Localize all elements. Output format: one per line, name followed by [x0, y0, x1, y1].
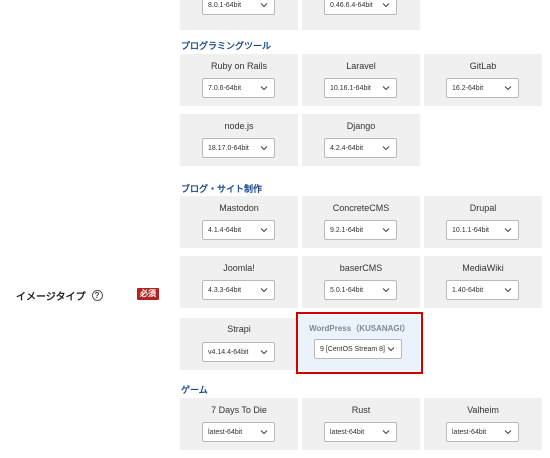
version-select[interactable]: 4.3.3-64bit [202, 280, 275, 300]
version-value: v4.14.4-64bit [208, 348, 249, 356]
image-card-7-days-to-die[interactable]: 7 Days To Die latest-64bit [180, 398, 298, 450]
version-select[interactable]: 8.0.1-64bit [202, 0, 275, 15]
version-select[interactable]: 16.2-64bit [446, 78, 519, 98]
chevron-down-icon [382, 146, 390, 151]
card-title: 7 Days To Die [211, 405, 267, 415]
card-title: Django [346, 121, 376, 131]
selection-highlight-frame [296, 312, 423, 374]
image-card-mediawiki[interactable]: MediaWiki 1.40-64bit [424, 256, 542, 308]
card-title: Rust [351, 405, 371, 415]
version-value: latest-64bit [330, 428, 365, 436]
required-badge: 必須 [137, 288, 159, 300]
chevron-down-icon [504, 228, 512, 233]
chevron-down-icon [260, 228, 268, 233]
chevron-down-icon [504, 288, 512, 293]
version-value: latest-64bit [452, 428, 487, 436]
card-title: Strapi [227, 324, 251, 334]
chevron-down-icon [260, 288, 268, 293]
version-value: 0.46.6.4-64bit [330, 1, 373, 9]
version-select[interactable]: latest-64bit [324, 422, 397, 442]
card-title: Drupal [469, 203, 497, 213]
image-card-mastodon[interactable]: Mastodon 4.1.4-64bit [180, 196, 298, 248]
image-card-top-2[interactable]: 0.46.6.4-64bit [302, 0, 420, 30]
version-select[interactable]: 1.40-64bit [446, 280, 519, 300]
image-type-label: イメージタイプ ? [16, 288, 103, 303]
chevron-down-icon [504, 86, 512, 91]
image-card-valheim[interactable]: Valheim latest-64bit [424, 398, 542, 450]
version-value: 16.2-64bit [452, 84, 484, 92]
version-select[interactable]: 0.46.6.4-64bit [324, 0, 397, 15]
section-heading-programming: プログラミングツール [181, 41, 272, 51]
chevron-down-icon [260, 3, 268, 8]
image-card-nodejs[interactable]: node.js 18.17.0-64bit [180, 114, 298, 166]
image-card-drupal[interactable]: Drupal 10.1.1-64bit [424, 196, 542, 248]
version-value: 1.40-64bit [452, 286, 484, 294]
image-card-gitlab[interactable]: GitLab 16.2-64bit [424, 54, 542, 106]
version-value: 7.0.6-64bit [208, 84, 242, 92]
card-title: Joomla! [223, 263, 255, 273]
version-value: 18.17.0-64bit [208, 144, 249, 152]
version-value: 4.2.4-64bit [330, 144, 364, 152]
version-value: 10.1.1-64bit [452, 226, 489, 234]
card-title: Mastodon [219, 203, 259, 213]
version-select[interactable]: 9.2.1-64bit [324, 220, 397, 240]
version-select[interactable]: latest-64bit [446, 422, 519, 442]
chevron-down-icon [260, 86, 268, 91]
image-card-basercms[interactable]: baserCMS 5.0.1-64bit [302, 256, 420, 308]
chevron-down-icon [382, 228, 390, 233]
version-select[interactable]: 18.17.0-64bit [202, 138, 275, 158]
card-title: node.js [224, 121, 254, 131]
version-value: 5.0.1-64bit [330, 286, 364, 294]
version-select[interactable]: 10.16.1-64bit [324, 78, 397, 98]
version-value: 8.0.1-64bit [208, 1, 242, 9]
chevron-down-icon [382, 430, 390, 435]
chevron-down-icon [382, 288, 390, 293]
version-value: latest-64bit [208, 428, 243, 436]
card-title: GitLab [469, 61, 497, 71]
image-card-laravel[interactable]: Laravel 10.16.1-64bit [302, 54, 420, 106]
chevron-down-icon [382, 3, 390, 8]
image-card-joomla[interactable]: Joomla! 4.3.3-64bit [180, 256, 298, 308]
version-select[interactable]: 7.0.6-64bit [202, 78, 275, 98]
version-value: 9.2.1-64bit [330, 226, 364, 234]
version-select[interactable]: latest-64bit [202, 422, 275, 442]
chevron-down-icon [382, 86, 390, 91]
version-select[interactable]: 10.1.1-64bit [446, 220, 519, 240]
card-title: baserCMS [339, 263, 383, 273]
chevron-down-icon [504, 430, 512, 435]
version-select[interactable]: 4.2.4-64bit [324, 138, 397, 158]
version-select[interactable]: v4.14.4-64bit [202, 342, 275, 362]
image-type-label-text: イメージタイプ [16, 292, 86, 303]
version-value: 4.3.3-64bit [208, 286, 242, 294]
help-icon[interactable]: ? [91, 290, 103, 301]
image-card-django[interactable]: Django 4.2.4-64bit [302, 114, 420, 166]
chevron-down-icon [260, 430, 268, 435]
image-card-rust[interactable]: Rust latest-64bit [302, 398, 420, 450]
image-card-top-1[interactable]: 8.0.1-64bit [180, 0, 298, 30]
image-card-strapi[interactable]: Strapi v4.14.4-64bit [180, 318, 298, 370]
version-value: 4.1.4-64bit [208, 226, 242, 234]
version-select[interactable]: 4.1.4-64bit [202, 220, 275, 240]
card-title: ConcreteCMS [332, 203, 390, 213]
card-title: Laravel [346, 61, 376, 71]
chevron-down-icon [260, 350, 268, 355]
image-card-concretecms[interactable]: ConcreteCMS 9.2.1-64bit [302, 196, 420, 248]
version-value: 10.16.1-64bit [330, 84, 371, 92]
section-heading-blog: ブログ・サイト制作 [181, 184, 263, 194]
card-title: MediaWiki [462, 263, 504, 273]
chevron-down-icon [260, 146, 268, 151]
section-heading-game: ゲーム [181, 385, 208, 395]
image-card-ruby-on-rails[interactable]: Ruby on Rails 7.0.6-64bit [180, 54, 298, 106]
card-title: Valheim [467, 405, 499, 415]
version-select[interactable]: 5.0.1-64bit [324, 280, 397, 300]
card-title: Ruby on Rails [210, 61, 268, 71]
